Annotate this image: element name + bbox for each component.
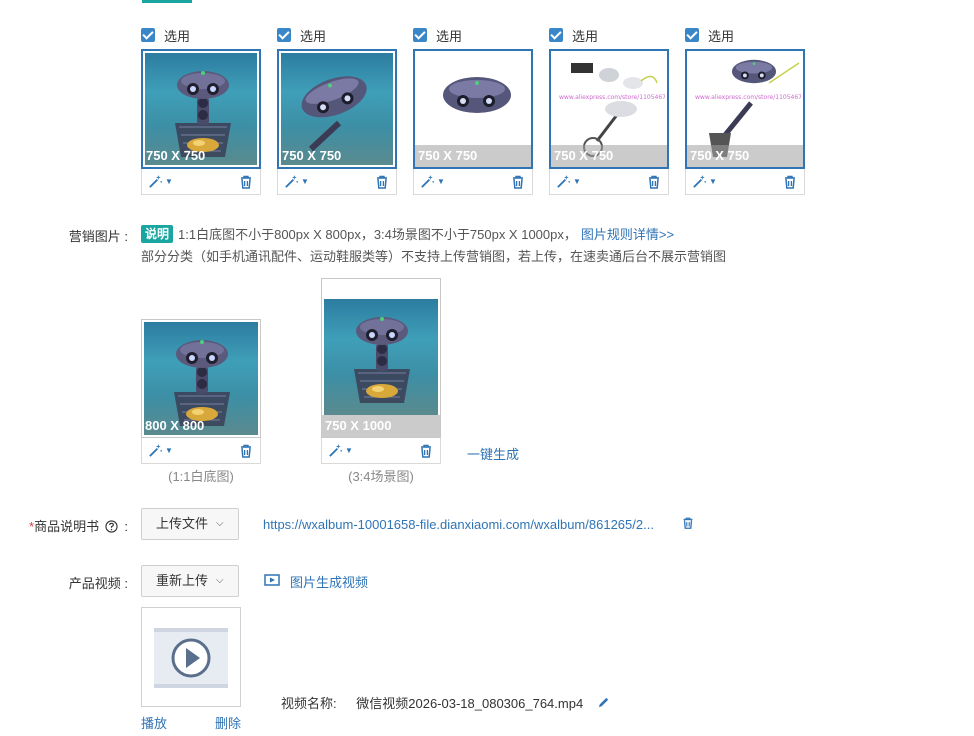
- trash-icon[interactable]: [238, 443, 254, 459]
- upload-file-button[interactable]: 上传文件 ⌵: [141, 508, 239, 540]
- trash-icon[interactable]: [374, 174, 390, 190]
- image-size-label: 750 X 750: [415, 145, 531, 167]
- trash-icon[interactable]: [418, 443, 434, 459]
- one-click-generate-link[interactable]: 一键生成: [467, 444, 519, 463]
- select-checkbox[interactable]: [549, 28, 563, 42]
- select-checkbox-row[interactable]: 选用: [141, 25, 261, 45]
- marketing-image-caption: (3:4场景图): [348, 469, 414, 484]
- product-image[interactable]: 750 X 750: [277, 49, 397, 169]
- select-checkbox[interactable]: [277, 28, 291, 42]
- magic-wand-icon[interactable]: ▼: [148, 174, 173, 189]
- magic-wand-icon[interactable]: ▼: [420, 174, 445, 189]
- select-label: 选用: [708, 28, 735, 44]
- video-file-name: 微信视频2026-03-18_080306_764.mp4: [356, 696, 584, 711]
- manual-label-row: *商品说明书 :: [20, 516, 128, 536]
- image-size-label: 750 X 750: [551, 145, 667, 167]
- marketing-note: 部分分类（如手机通讯配件、运动鞋服类等）不支持上传营销图，若上传，在速卖通后台不…: [141, 249, 727, 264]
- product-image-card: 选用 www.aliexpress.com/store/1105467565 7…: [685, 25, 805, 195]
- upload-file-label: 上传文件: [156, 516, 209, 531]
- chevron-down-icon: ⌵: [216, 518, 224, 529]
- video-name-label: 视频名称:: [281, 696, 337, 711]
- marketing-rule-text: 1:1白底图不小于800px X 800px，3:4场景图不小于750px X …: [178, 227, 577, 242]
- image-toolbar: ▼: [141, 169, 261, 195]
- select-checkbox-row[interactable]: 选用: [685, 25, 805, 45]
- product-image[interactable]: 750 X 750: [141, 49, 261, 169]
- image-rules-link[interactable]: 图片规则详情>>: [581, 224, 674, 243]
- svg-text:www.aliexpress.com/store/11054: www.aliexpress.com/store/1105467565: [559, 94, 665, 101]
- select-checkbox[interactable]: [685, 28, 699, 42]
- select-checkbox[interactable]: [141, 28, 155, 42]
- image-size-label: 800 X 800: [145, 418, 205, 433]
- question-circle-icon[interactable]: [105, 520, 118, 536]
- product-image[interactable]: www.aliexpress.com/store/1105467565 750 …: [549, 49, 669, 169]
- product-image-card: 选用 750 X 750 ▼: [277, 25, 397, 195]
- image-toolbar: ▼: [141, 438, 261, 464]
- image-size-label: 750 X 750: [282, 148, 342, 163]
- select-checkbox-row[interactable]: 选用: [277, 25, 397, 45]
- video-name-row: 视频名称: 微信视频2026-03-18_080306_764.mp4: [281, 693, 610, 712]
- image-size-label: 750 X 1000: [322, 415, 440, 437]
- colon: :: [124, 519, 128, 534]
- manual-file-link[interactable]: https://wxalbum-10001658-file.dianxiaomi…: [263, 517, 654, 532]
- product-image[interactable]: www.aliexpress.com/store/1105467565 750 …: [685, 49, 805, 169]
- marketing-image-card: 800 X 800 ▼ (1:1白底图): [141, 319, 261, 485]
- video-frame-icon: [264, 573, 280, 590]
- image-toolbar: ▼: [413, 169, 533, 195]
- pencil-icon[interactable]: [597, 696, 610, 712]
- generate-video-link[interactable]: 图片生成视频: [264, 572, 368, 591]
- marketing-image-portrait[interactable]: 750 X 1000: [321, 278, 441, 438]
- magic-wand-icon[interactable]: ▼: [284, 174, 309, 189]
- trash-icon[interactable]: [238, 174, 254, 190]
- magic-wand-icon[interactable]: ▼: [148, 443, 173, 458]
- image-toolbar: ▼: [685, 169, 805, 195]
- marketing-rule-row: 说明 1:1白底图不小于800px X 800px，3:4场景图不小于750px…: [141, 224, 674, 243]
- marketing-image-caption: (1:1白底图): [168, 469, 234, 484]
- video-label: 产品视频 :: [68, 576, 128, 591]
- generate-video-label: 图片生成视频: [290, 575, 369, 590]
- image-size-label: 750 X 750: [146, 148, 206, 163]
- top-accent-bar: [142, 0, 192, 3]
- magic-wand-icon[interactable]: ▼: [556, 174, 581, 189]
- product-image-card: 选用 www.aliexpress.com/store/1105467565 7…: [549, 25, 669, 195]
- product-image-card: 选用 750 X 750 ▼: [413, 25, 533, 195]
- select-label: 选用: [164, 28, 191, 44]
- image-toolbar: ▼: [277, 169, 397, 195]
- video-thumbnail[interactable]: [141, 607, 241, 707]
- product-image[interactable]: 750 X 750: [413, 49, 533, 169]
- svg-text:www.aliexpress.com/store/11054: www.aliexpress.com/store/1105467565: [695, 94, 801, 101]
- product-photo: [324, 299, 438, 415]
- info-badge: 说明: [141, 224, 174, 243]
- magic-wand-icon[interactable]: ▼: [328, 443, 353, 458]
- select-label: 选用: [300, 28, 327, 44]
- play-link[interactable]: 播放: [141, 713, 167, 732]
- select-label: 选用: [572, 28, 599, 44]
- reupload-button[interactable]: 重新上传 ⌵: [141, 565, 239, 597]
- chevron-down-icon: ⌵: [216, 575, 224, 586]
- trash-icon[interactable]: [510, 174, 526, 190]
- marketing-images-label: 营销图片 :: [68, 229, 128, 244]
- marketing-image-card: 750 X 1000 ▼ (3:4场景图): [321, 278, 441, 485]
- select-checkbox-row[interactable]: 选用: [413, 25, 533, 45]
- trash-icon[interactable]: [681, 516, 695, 533]
- select-label: 选用: [436, 28, 463, 44]
- play-video-icon: [154, 628, 228, 688]
- select-checkbox[interactable]: [413, 28, 427, 42]
- image-toolbar: ▼: [321, 438, 441, 464]
- image-toolbar: ▼: [549, 169, 669, 195]
- trash-icon[interactable]: [782, 174, 798, 190]
- select-checkbox-row[interactable]: 选用: [549, 25, 669, 45]
- manual-label: 商品说明书: [34, 519, 100, 534]
- image-size-label: 750 X 750: [687, 145, 803, 167]
- reupload-label: 重新上传: [156, 573, 209, 588]
- marketing-image-square[interactable]: 800 X 800: [141, 319, 261, 438]
- trash-icon[interactable]: [646, 174, 662, 190]
- product-image-card: 选用 750 X 750 ▼: [141, 25, 261, 195]
- delete-link[interactable]: 删除: [215, 713, 241, 732]
- magic-wand-icon[interactable]: ▼: [692, 174, 717, 189]
